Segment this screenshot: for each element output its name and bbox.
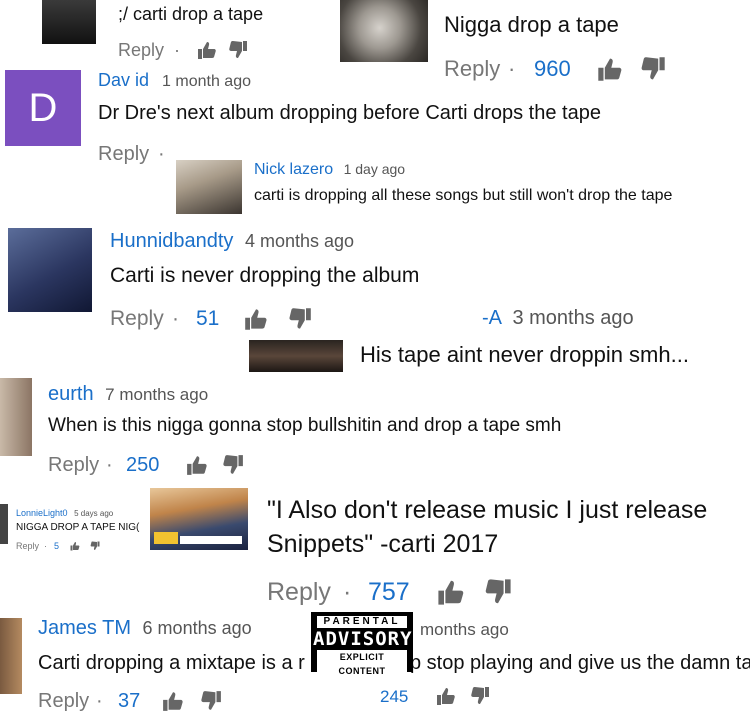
reply-button[interactable]: Reply — [267, 578, 331, 607]
thumbs-down-icon[interactable] — [90, 541, 100, 551]
thumbs-up-icon[interactable] — [197, 40, 217, 60]
comment-text: Nigga drop a tape — [444, 12, 619, 37]
comment-text: Snippets" -carti 2017 — [267, 530, 499, 558]
avatar — [42, 0, 96, 44]
thumbs-down-icon[interactable] — [228, 40, 248, 60]
comment-text: p stop playing and give us the damn tap — [410, 652, 750, 674]
thumbs-down-icon[interactable] — [640, 56, 666, 82]
reply-button[interactable]: Reply — [48, 454, 99, 477]
reply-button[interactable]: Reply — [16, 541, 39, 551]
comment-author[interactable]: -A — [482, 307, 501, 329]
thumbs-up-icon[interactable] — [437, 578, 465, 606]
like-count: 51 — [196, 307, 220, 330]
like-count: 37 — [118, 690, 141, 712]
comment-time: 4 months ago — [245, 231, 355, 251]
separator-dot: · — [96, 690, 103, 712]
like-count: 757 — [368, 578, 410, 606]
thumbs-up-icon[interactable] — [70, 541, 80, 551]
separator-dot: · — [508, 56, 516, 81]
thumbs-up-icon[interactable] — [436, 686, 456, 706]
advisory-line-1: PARENTAL — [317, 616, 407, 628]
news-ticker — [180, 536, 242, 544]
like-count: 5 — [54, 541, 60, 551]
comment-text: Carti is never dropping the album — [110, 264, 420, 287]
thumbs-down-icon[interactable] — [470, 686, 490, 706]
avatar — [8, 228, 92, 312]
reply-button[interactable]: Reply — [444, 56, 500, 82]
comment-time: 1 month ago — [162, 73, 251, 90]
advisory-line-3: EXPLICIT CONTENT — [317, 650, 407, 678]
comment-text: ;/ carti drop a tape — [118, 4, 264, 24]
thumbs-up-icon[interactable] — [186, 454, 208, 476]
avatar-letter: D — [28, 85, 58, 130]
avatar: D — [5, 70, 81, 146]
comment-text: NIGGA DROP A TAPE NIG( — [16, 522, 140, 533]
thumbs-down-icon[interactable] — [200, 690, 222, 712]
thumbs-down-icon[interactable] — [288, 307, 312, 331]
comment-text: carti is dropping all these songs but st… — [254, 187, 673, 204]
avatar — [0, 378, 32, 456]
separator-dot: · — [44, 541, 47, 551]
reply-button[interactable]: Reply — [110, 307, 164, 331]
comment-time: 5 days ago — [74, 509, 114, 518]
avatar — [176, 160, 242, 214]
thumbs-down-icon[interactable] — [484, 578, 512, 606]
thumbs-down-icon[interactable] — [222, 454, 244, 476]
tv-logo — [154, 532, 178, 544]
avatar — [0, 618, 22, 694]
like-count: 245 — [380, 687, 409, 706]
separator-dot: · — [158, 143, 165, 165]
separator-dot: · — [172, 307, 179, 330]
comment-author[interactable]: Hunnidbandty — [110, 230, 233, 252]
comment-time: 3 months ago — [512, 307, 634, 329]
advisory-line-2: ADVISORY — [313, 628, 413, 650]
comment-text: "I Also don't release music I just relea… — [267, 496, 708, 524]
comment-time: months ago — [420, 620, 509, 639]
separator-dot: · — [174, 40, 180, 60]
comment-time: 1 day ago — [343, 161, 406, 177]
like-count: 250 — [126, 454, 160, 476]
avatar — [340, 0, 428, 62]
comment-author[interactable]: Dav id — [98, 70, 149, 90]
like-count: 960 — [534, 56, 571, 81]
thumbs-up-icon[interactable] — [597, 56, 623, 82]
avatar — [0, 504, 8, 544]
comment-author[interactable]: LonnieLight0 — [16, 508, 68, 518]
reply-button[interactable]: Reply — [38, 690, 89, 713]
comment-author[interactable]: Nick lazero — [254, 161, 333, 178]
reply-button[interactable]: Reply — [118, 40, 164, 61]
separator-dot: · — [343, 578, 352, 606]
comment-time: 7 months ago — [105, 385, 209, 404]
comment-text: Carti dropping a mixtape is a r — [38, 652, 305, 674]
avatar — [249, 340, 343, 372]
comment-text: When is this nigga gonna stop bullshitin… — [48, 415, 562, 436]
video-thumbnail[interactable] — [150, 488, 248, 550]
thumbs-up-icon[interactable] — [244, 307, 268, 331]
comment-author[interactable]: James TM — [38, 617, 131, 639]
comment-text: Dr Dre's next album dropping before Cart… — [98, 102, 601, 124]
reply-button[interactable]: Reply — [98, 143, 149, 166]
comment-author[interactable]: eurth — [48, 383, 94, 405]
comment-time: 6 months ago — [142, 618, 252, 638]
parental-advisory-label: PARENTAL ADVISORY EXPLICIT CONTENT — [311, 612, 413, 678]
comment-text: His tape aint never droppin smh... — [360, 342, 689, 367]
separator-dot: · — [106, 454, 113, 476]
thumbs-up-icon[interactable] — [162, 690, 184, 712]
